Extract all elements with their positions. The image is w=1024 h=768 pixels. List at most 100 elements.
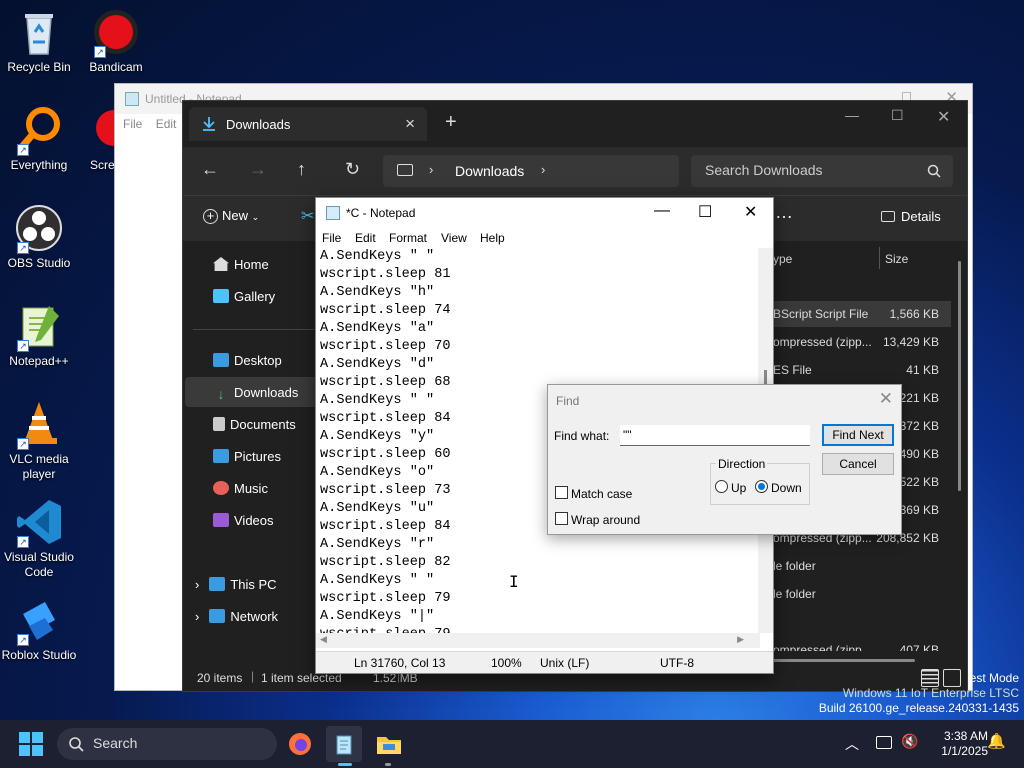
sidebar-item-videos[interactable]: Videos [213, 513, 274, 528]
cut-icon[interactable]: ✂ [301, 206, 314, 226]
column-divider [879, 247, 880, 269]
desktop-icon-roblox[interactable]: ↗ Roblox Studio [0, 596, 78, 663]
find-next-button[interactable]: Find Next [822, 424, 894, 446]
chevron-right-icon: › [195, 609, 200, 624]
sidebar-item-network[interactable]: › Network [195, 609, 278, 624]
sidebar-divider [193, 329, 317, 330]
menu-edit[interactable]: Edit [156, 117, 177, 131]
wrap-around-label: Wrap around [571, 513, 641, 527]
up-radio[interactable] [715, 480, 728, 493]
new-label: New [222, 208, 249, 223]
details-pane-icon [881, 211, 895, 222]
taskbar-search-box[interactable]: Search [57, 728, 277, 760]
down-radio[interactable] [755, 480, 768, 493]
tab-downloads[interactable]: Downloads × [189, 107, 427, 141]
desktop-icon-screen[interactable]: Scre [76, 106, 116, 173]
close-icon[interactable]: ✕ [879, 389, 893, 409]
sidebar-label: Videos [234, 513, 274, 528]
refresh-icon[interactable]: ↻ [345, 159, 360, 180]
maximize-icon[interactable]: ☐ [891, 107, 904, 124]
wrap-around-checkbox[interactable] [555, 512, 568, 525]
close-icon[interactable]: ✕ [744, 202, 757, 222]
sidebar-item-pictures[interactable]: Pictures [213, 449, 281, 464]
firefox-icon [289, 733, 311, 755]
scroll-right-icon[interactable]: ▶ [737, 634, 744, 645]
file-row[interactable]: le folder [767, 553, 951, 579]
desktop-icon-recycle-bin[interactable]: Recycle Bin [0, 8, 78, 75]
tab-label: Downloads [226, 117, 291, 132]
sidebar-item-gallery[interactable]: Gallery [213, 289, 275, 304]
sidebar-item-documents[interactable]: Documents [213, 417, 296, 432]
horizontal-scrollbar[interactable] [773, 659, 915, 662]
desktop-icon-label: OBS Studio [7, 256, 71, 270]
encoding: UTF-8 [660, 656, 694, 670]
scroll-thumb[interactable] [764, 370, 767, 384]
desktop-icon-everything[interactable]: ↗ Everything [0, 106, 78, 173]
match-case-checkbox[interactable] [555, 486, 568, 499]
scroll-left-icon[interactable]: ◀ [320, 634, 327, 645]
minimize-icon[interactable]: — [654, 202, 670, 220]
menu-edit[interactable]: Edit [355, 231, 376, 245]
menu-file[interactable]: File [123, 117, 142, 131]
desktop-icon-vlc[interactable]: ↗ VLC media player [0, 400, 78, 482]
horizontal-scrollbar[interactable]: ◀ ▶ [316, 633, 760, 648]
address-segment[interactable]: Downloads [455, 163, 524, 179]
file-row[interactable]: ES File 41 KB [767, 357, 951, 383]
chevron-right-icon: › [541, 162, 546, 177]
notepad-status-bar: Ln 31760, Col 13 100% Unix (LF) UTF-8 [316, 651, 773, 673]
menu-file[interactable]: File [322, 231, 341, 245]
desktop-icon-obs[interactable]: ↗ OBS Studio [0, 204, 78, 271]
new-button[interactable]: + New ⌄ [203, 208, 259, 224]
notepad-titlebar: *C - Notepad — ☐ ✕ [316, 198, 773, 228]
address-bar[interactable]: › Downloads › [383, 155, 679, 187]
minimize-icon[interactable]: — [845, 107, 859, 123]
volume-muted-icon[interactable]: 🔇 [901, 733, 918, 750]
file-explorer-taskbar-button[interactable] [370, 726, 406, 766]
cancel-button[interactable]: Cancel [822, 453, 894, 475]
desktop-icon-bandicam[interactable]: ↗ Bandicam [77, 8, 155, 75]
new-tab-icon[interactable]: + [445, 111, 457, 134]
close-window-icon[interactable]: ✕ [937, 107, 950, 127]
firefox-taskbar-button[interactable] [282, 726, 318, 762]
more-options-icon[interactable]: … [775, 202, 793, 223]
chevron-up-icon[interactable]: ︿ [845, 734, 859, 754]
sidebar-label: Pictures [234, 449, 281, 464]
menu-view[interactable]: View [441, 231, 467, 245]
explorer-tab-row: Downloads × + — ☐ ✕ [183, 101, 967, 147]
start-button[interactable] [19, 732, 43, 756]
desktop-icon-notepadpp[interactable]: ↗ Notepad++ [0, 302, 78, 369]
desktop-icon-label: Roblox Studio [1, 648, 77, 662]
notepad-taskbar-button[interactable] [326, 726, 362, 766]
back-arrow-icon[interactable]: ← [201, 159, 219, 180]
network-status-icon[interactable] [876, 736, 892, 749]
watermark-line1: est Mode [969, 671, 1019, 685]
maximize-icon[interactable]: ☐ [698, 202, 712, 222]
column-size[interactable]: Size [885, 252, 908, 266]
file-row[interactable]: ompressed (zipp 407 KB [767, 637, 951, 651]
file-row[interactable]: ompressed (zipp... 13,429 KB [767, 329, 951, 355]
menu-format[interactable]: Format [389, 231, 427, 245]
forward-arrow-icon[interactable]: → [249, 159, 267, 180]
find-dialog[interactable]: Find ✕ Find what: Find Next Cancel Direc… [547, 384, 902, 535]
column-type[interactable]: ype [773, 252, 792, 266]
sidebar-item-downloads[interactable]: ↓ Downloads [213, 385, 299, 402]
sidebar-item-desktop[interactable]: Desktop [213, 353, 282, 368]
find-dialog-title: Find [556, 394, 580, 408]
sidebar-item-this-pc[interactable]: › This PC [195, 577, 277, 592]
taskbar-clock[interactable]: 3:38 AM 1/1/2025 [941, 729, 988, 759]
close-tab-icon[interactable]: × [405, 114, 415, 134]
sidebar-item-music[interactable]: Music [213, 481, 268, 496]
sidebar-item-home[interactable]: Home [213, 257, 269, 272]
desktop-icon-vscode[interactable]: ↗ Visual Studio Code [0, 498, 78, 580]
search-downloads-input[interactable]: Search Downloads [691, 155, 953, 187]
item-count: 20 items [197, 671, 243, 685]
file-row[interactable]: BScript Script File 1,566 KB [767, 301, 951, 327]
up-arrow-icon[interactable]: ↑ [297, 159, 306, 180]
details-button[interactable]: Details [881, 209, 941, 224]
file-list-scrollbar[interactable] [958, 261, 961, 491]
find-what-input[interactable] [620, 425, 810, 446]
file-row[interactable]: le folder [767, 581, 951, 607]
notification-bell-icon[interactable]: 🔔 [987, 732, 1006, 750]
search-placeholder: Search Downloads [705, 162, 823, 178]
menu-help[interactable]: Help [480, 231, 505, 245]
